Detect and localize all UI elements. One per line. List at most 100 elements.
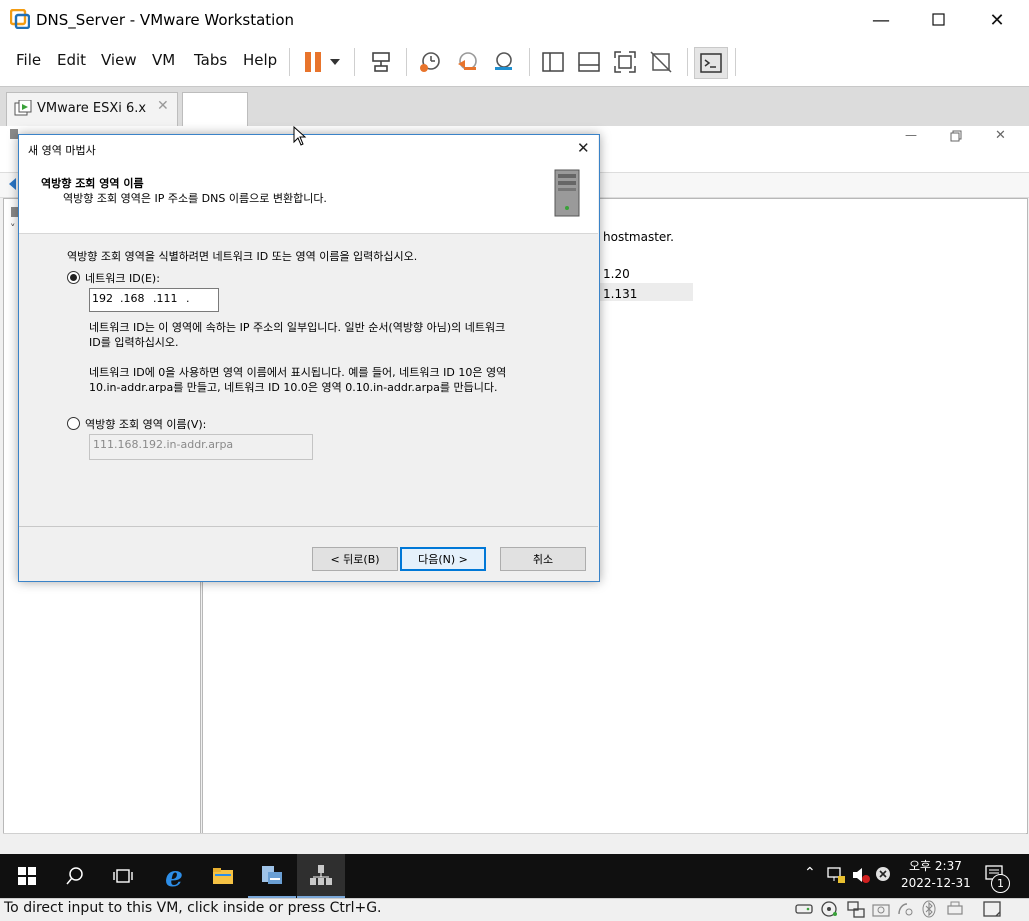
power-dropdown-button[interactable] [324, 47, 346, 77]
windows-logo-icon [18, 867, 36, 885]
toolbar-separator [735, 48, 736, 76]
bottom-panel-icon [578, 52, 600, 72]
network-adapter-icon[interactable] [846, 900, 866, 921]
toolbar-separator [406, 48, 407, 76]
zone-name-value: 111.168.192.in-addr.arpa [93, 438, 234, 451]
network-id-desc-line2: ID를 입력하십시오. [89, 336, 179, 349]
zone-name-label: 역방향 조회 영역 이름(V): [85, 418, 207, 431]
vm-input-hint: To direct input to this VM, click inside… [4, 900, 382, 916]
cd-dvd-icon[interactable] [820, 900, 840, 921]
maximize-button[interactable] [910, 0, 968, 40]
clock-time[interactable]: 오후 2:37 [909, 857, 962, 874]
mmc-close-icon[interactable]: ✕ [995, 128, 1006, 143]
tab-empty[interactable] [182, 92, 248, 127]
network-status-icon[interactable] [826, 866, 846, 887]
clock-date[interactable]: 2022-12-31 [901, 876, 971, 890]
record-text-ip2: 1.131 [603, 287, 638, 301]
taskbar-server-manager-button[interactable] [248, 854, 296, 898]
show-thumbnail-button[interactable] [573, 47, 605, 77]
network-send-icon [372, 52, 390, 72]
dialog-title: 새 영역 마법사 [28, 144, 96, 157]
show-library-button[interactable] [537, 47, 569, 77]
network-id-radio[interactable] [67, 271, 80, 284]
zero-id-desc-line2: 10.in-addr.arpa를 만들고, 네트워크 ID 10.0은 영역 0… [89, 381, 498, 394]
record-text-hostmaster: hostmaster. [603, 230, 674, 244]
zone-name-radio[interactable] [67, 417, 80, 430]
mmc-statusbar [3, 833, 1026, 854]
next-button[interactable]: 다음(N) > [400, 547, 486, 571]
taskbar-dns-manager-button[interactable] [297, 854, 345, 898]
minimize-button[interactable]: — [852, 0, 910, 40]
notification-count-badge: 1 [997, 877, 1004, 890]
full-screen-button[interactable] [609, 47, 641, 77]
record-text-ip1: 1.20 [603, 267, 630, 281]
taskbar-explorer-button[interactable] [199, 854, 247, 898]
menu-help[interactable]: Help [243, 51, 277, 69]
dialog-titlebar [19, 135, 598, 162]
task-view-button[interactable] [99, 854, 147, 898]
close-button[interactable]: ✕ [968, 0, 1026, 40]
fullscreen-icon [614, 51, 636, 73]
cancel-button[interactable]: 취소 [500, 547, 586, 571]
menu-vm[interactable]: VM [152, 51, 175, 69]
search-icon [66, 867, 83, 885]
menu-view[interactable]: View [101, 51, 137, 69]
network-id-desc-line1: 네트워크 ID는 이 영역에 속하는 IP 주소의 일부입니다. 일반 순서(역… [89, 321, 506, 334]
action-center-error-icon[interactable] [875, 866, 891, 885]
network-id-label: 네트워크 ID(E): [85, 272, 160, 285]
network-id-octet-4[interactable]: . [186, 292, 190, 305]
snapshot-manager-button[interactable] [487, 47, 519, 77]
network-id-octet-1[interactable]: 192 [92, 292, 113, 305]
volume-muted-icon[interactable] [851, 866, 871, 887]
console-view-button[interactable] [694, 47, 728, 79]
network-id-octet-2[interactable]: .168 [120, 292, 145, 305]
toolbar-separator [529, 48, 530, 76]
wizard-header-title: 역방향 조회 영역 이름 [41, 177, 144, 190]
toolbar-separator [289, 48, 290, 76]
vm-running-icon [14, 99, 32, 121]
hard-disk-icon[interactable] [794, 900, 814, 921]
sound-card-icon[interactable] [896, 900, 914, 921]
camera-icon[interactable] [872, 900, 890, 921]
dialog-close-button[interactable]: ✕ [577, 139, 590, 157]
task-view-icon [113, 869, 133, 883]
menu-file[interactable]: File [16, 51, 41, 69]
pause-icon [305, 52, 321, 72]
back-button[interactable]: < 뒤로(B) [312, 547, 398, 571]
menu-edit[interactable]: Edit [57, 51, 86, 69]
mmc-restore-icon[interactable] [950, 130, 962, 145]
vmware-logo-icon [9, 8, 31, 30]
snapshot-clock-icon [420, 52, 440, 72]
menu-tabs[interactable]: Tabs [194, 51, 227, 69]
unity-disabled-icon [650, 51, 672, 73]
tab-label: VMware ESXi 6.x [37, 101, 147, 116]
mmc-minimize-icon[interactable]: — [905, 128, 917, 142]
server-manager-icon [262, 866, 282, 884]
tab-close-icon[interactable]: ✕ [157, 98, 169, 114]
terminal-icon [700, 53, 722, 73]
toolbar-separator [687, 48, 688, 76]
take-snapshot-button[interactable] [414, 47, 446, 77]
start-button[interactable] [3, 854, 51, 898]
minimize-icon: — [872, 9, 890, 31]
show-hidden-icons-button[interactable]: ⌃ [804, 865, 816, 881]
snapshot-revert-icon [458, 52, 477, 70]
dns-manager-icon [310, 865, 332, 885]
tree-expand-icon[interactable]: ˅ [10, 222, 16, 235]
close-icon: ✕ [989, 9, 1005, 31]
send-ctrl-alt-del-button[interactable] [365, 47, 397, 77]
unity-button[interactable] [645, 47, 677, 77]
wizard-header-subtitle: 역방향 조회 영역은 IP 주소를 DNS 이름으로 변환합니다. [63, 192, 327, 205]
taskbar-search-button[interactable] [51, 854, 99, 898]
message-log-icon[interactable] [982, 900, 1002, 921]
taskbar-ie-button[interactable]: e [150, 854, 198, 898]
wizard-footer-divider [19, 526, 598, 527]
network-id-octet-3[interactable]: .111 [153, 292, 178, 305]
snapshot-manager-icon [495, 52, 512, 70]
wizard-instruction: 역방향 조회 영역을 식별하려면 네트워크 ID 또는 영역 이름을 입력하십시… [67, 250, 418, 263]
bluetooth-icon[interactable] [920, 900, 938, 921]
zero-id-desc-line1: 네트워크 ID에 0을 사용하면 영역 이름에서 표시됩니다. 예를 들어, 네… [89, 366, 507, 379]
printer-icon[interactable] [946, 900, 964, 921]
revert-snapshot-button[interactable] [451, 47, 483, 77]
window-title: DNS_Server - VMware Workstation [36, 11, 295, 29]
